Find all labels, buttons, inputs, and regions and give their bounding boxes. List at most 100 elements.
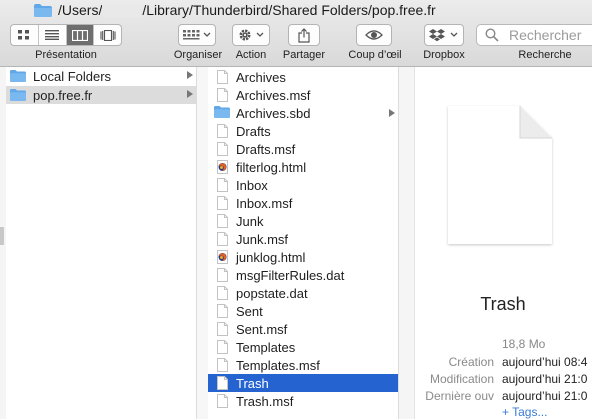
column-view-button[interactable] — [66, 25, 95, 45]
action-button[interactable] — [232, 24, 270, 46]
window-title: /Users/ /Library/Thunderbird/Shared Folde… — [58, 2, 436, 18]
organiser-button[interactable] — [178, 24, 216, 46]
file-list-item-label: junklog.html — [236, 249, 306, 265]
icon-view-button[interactable] — [11, 25, 39, 45]
folder-icon — [214, 106, 230, 120]
creation-value: aujourd’hui 08:4 — [502, 355, 588, 369]
file-list-item-label: Drafts.msf — [236, 141, 296, 157]
add-tags-link[interactable]: + Tags... — [502, 405, 547, 419]
file-list-item[interactable]: popstate.dat — [208, 284, 398, 302]
file-list-item[interactable]: Junk — [208, 212, 398, 230]
search-icon — [485, 28, 499, 42]
file-list-item-label: Archives.sbd — [236, 105, 311, 121]
list-view-icon — [45, 30, 60, 40]
file-list-item[interactable]: Templates — [208, 338, 398, 356]
file-list-item[interactable]: Archives.msf — [208, 86, 398, 104]
file-list-item-label: msgFilterRules.dat — [236, 267, 345, 283]
preview-file-size: 18,8 Mo — [502, 337, 546, 351]
search-label: Recherche — [518, 49, 572, 61]
dropbox-button[interactable] — [424, 24, 464, 46]
gear-icon — [239, 29, 264, 41]
share-button[interactable] — [288, 24, 320, 46]
organiser-label: Organiser — [173, 49, 223, 61]
file-list-item[interactable]: Inbox — [208, 176, 398, 194]
file-list-item[interactable]: Trash — [208, 374, 398, 392]
column-divider[interactable] — [399, 67, 415, 419]
file-list-item[interactable]: Junk.msf — [208, 230, 398, 248]
file-list-item-label: Sent — [236, 303, 263, 319]
document-large-icon — [448, 106, 552, 244]
document-icon — [217, 178, 228, 192]
document-icon — [217, 394, 228, 408]
resize-handle[interactable] — [0, 227, 4, 245]
dropbox-label: Dropbox — [423, 49, 465, 61]
cover-flow-icon — [100, 29, 116, 41]
title-path-start: /Users/ — [58, 2, 103, 18]
file-list-item-label: Inbox — [236, 177, 268, 193]
preview-file-name: Trash — [480, 294, 526, 314]
file-list-item[interactable]: Archives — [208, 68, 398, 86]
file-list-item[interactable]: Inbox.msf — [208, 194, 398, 212]
file-list-item[interactable]: msgFilterRules.dat — [208, 266, 398, 284]
file-list-item[interactable]: Trash.msf — [208, 392, 398, 410]
document-icon — [217, 214, 228, 228]
document-icon — [217, 340, 228, 354]
document-icon — [217, 70, 228, 84]
document-icon — [217, 232, 228, 246]
icon-view-icon — [18, 30, 30, 40]
arrange-icon — [183, 30, 211, 40]
file-list-item-label: popstate.dat — [236, 285, 308, 301]
firefox-html-icon — [217, 160, 228, 174]
modification-value: aujourd’hui 21:0 — [502, 372, 588, 386]
creation-label: Création — [448, 355, 494, 369]
file-list-item[interactable]: Templates.msf — [208, 356, 398, 374]
file-list-item[interactable]: Sent.msf — [208, 320, 398, 338]
folder-icon — [10, 70, 26, 82]
file-list-item[interactable]: Archives.sbd — [208, 104, 398, 122]
sidebar-item-local-folders[interactable]: Local Folders — [6, 67, 196, 85]
folder-icon — [10, 89, 26, 101]
document-icon — [217, 322, 228, 336]
file-list-item-label: Archives.msf — [236, 87, 311, 103]
share-label: Partager — [282, 49, 326, 61]
dropbox-icon — [429, 29, 458, 42]
share-icon — [298, 27, 310, 43]
file-list-item-label: Trash — [236, 375, 269, 391]
cover-flow-button[interactable] — [94, 25, 121, 45]
search-input[interactable]: Rechercher — [476, 24, 592, 46]
file-list-item-label: Junk — [236, 213, 264, 229]
file-list-item-label: Junk.msf — [236, 231, 289, 247]
search-placeholder: Rechercher — [509, 27, 582, 43]
file-list-item[interactable]: junklog.html — [208, 248, 398, 266]
disclosure-arrow-icon — [389, 109, 395, 117]
quick-look-label: Coup d’œil — [348, 49, 402, 61]
file-list-item[interactable]: filterlog.html — [208, 158, 398, 176]
document-icon — [217, 358, 228, 372]
file-list-item-label: filterlog.html — [236, 159, 307, 175]
file-list-item[interactable]: Drafts.msf — [208, 140, 398, 158]
file-list-column: Archives Archives.msf Archives.sbd Drafts Dr… — [208, 67, 399, 419]
file-list-item-label: Sent.msf — [236, 321, 288, 337]
last-opened-label: Dernière ouv — [425, 389, 494, 403]
view-mode-segmented-control[interactable] — [10, 24, 122, 46]
firefox-html-icon — [217, 250, 228, 264]
presentation-label: Présentation — [35, 49, 97, 61]
column-view-icon — [71, 29, 88, 41]
redacted-username — [102, 5, 143, 18]
file-list-item[interactable]: Drafts — [208, 122, 398, 140]
quick-look-button[interactable] — [356, 24, 392, 46]
list-view-button[interactable] — [39, 25, 67, 45]
file-list-item-label: Trash.msf — [236, 393, 294, 409]
disclosure-arrow-icon — [187, 71, 193, 79]
title-path-rest: /Library/Thunderbird/Shared Folders/pop.… — [142, 2, 436, 18]
eye-icon — [365, 30, 383, 40]
sidebar-column: Local Folders pop.free.fr — [6, 67, 197, 419]
document-icon — [217, 376, 228, 390]
document-icon — [217, 124, 228, 138]
action-label: Action — [235, 49, 267, 61]
sidebar-item-label: pop.free.fr — [33, 87, 93, 103]
file-list-item[interactable]: Sent — [208, 302, 398, 320]
sidebar-item-pop-free-fr[interactable]: pop.free.fr — [6, 86, 196, 104]
document-icon — [217, 304, 228, 318]
folder-icon — [34, 4, 52, 17]
